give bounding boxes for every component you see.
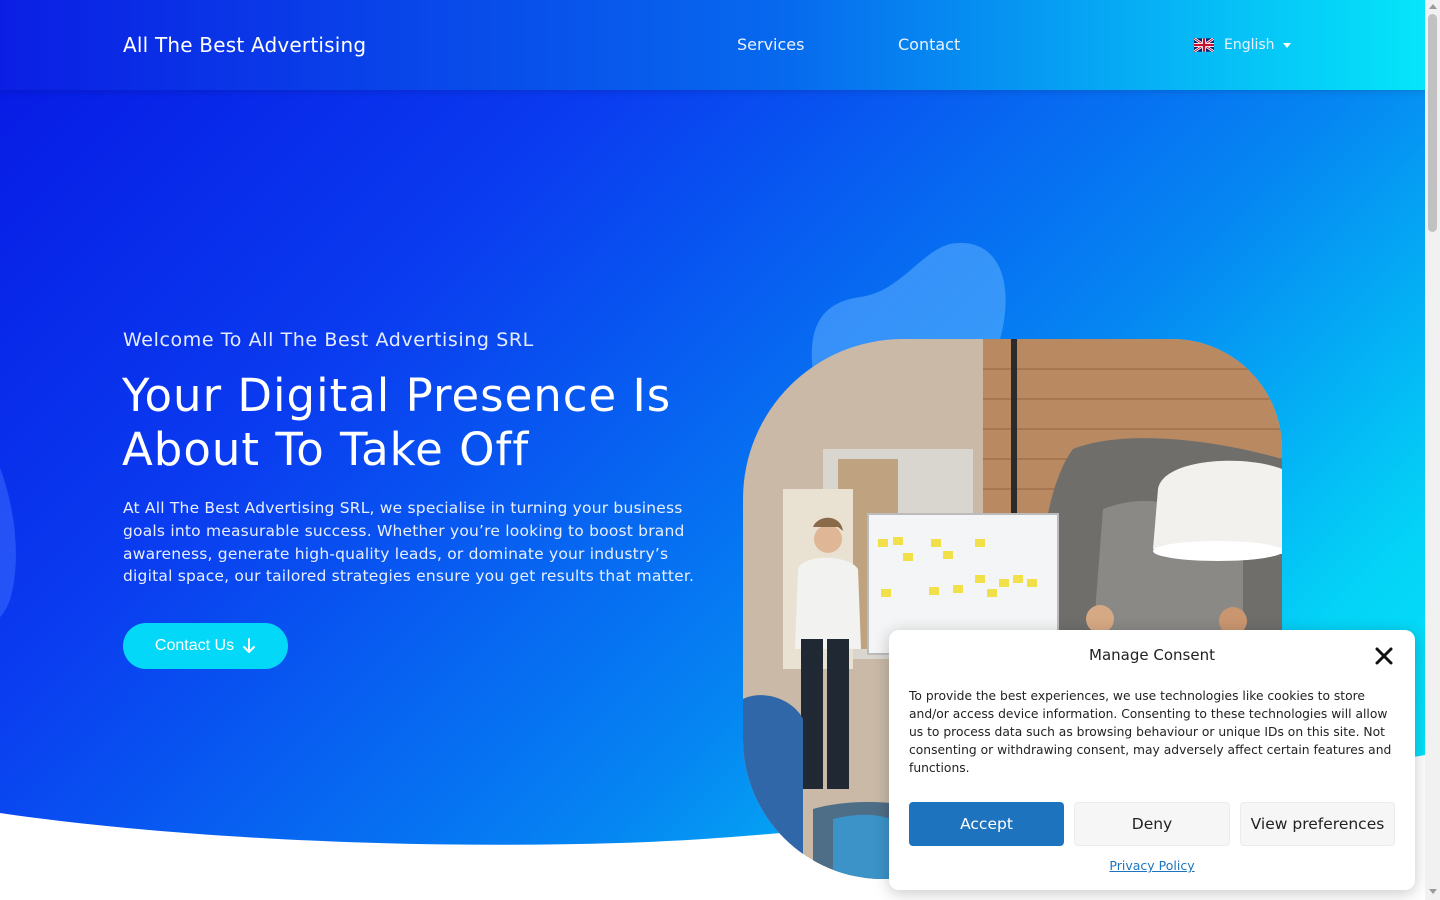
site-logo[interactable]: All The Best Advertising [123,33,366,57]
chevron-down-icon [1282,42,1291,48]
scroll-up-icon[interactable] [1429,4,1437,9]
hero-description: At All The Best Advertising SRL, we spec… [123,499,695,586]
privacy-policy-link[interactable]: Privacy Policy [889,858,1415,873]
accept-button[interactable]: Accept [909,802,1064,846]
scrollbar-thumb[interactable] [1428,14,1437,232]
consent-dialog: Manage Consent To provide the best exper… [889,630,1415,890]
decorative-blob-left [0,468,16,618]
site-header: All The Best Advertising Services Contac… [0,0,1425,90]
language-selector[interactable]: English [1194,37,1291,53]
consent-description: To provide the best experiences, we use … [909,689,1392,775]
nav-link-contact[interactable]: Contact [898,35,960,54]
contact-us-label: Contact Us [154,637,235,654]
page-scrollbar[interactable] [1425,0,1440,900]
view-preferences-button[interactable]: View preferences [1240,802,1395,846]
uk-flag-icon [1194,38,1214,52]
deny-button[interactable]: Deny [1074,802,1230,846]
contact-us-button[interactable]: Contact Us [123,623,288,669]
hero-welcome-text: Welcome To All The Best Advertising SRL [123,329,534,351]
close-icon[interactable] [1372,644,1396,668]
consent-title: Manage Consent [1089,646,1215,664]
arrow-down-icon [243,638,256,653]
language-label: English [1224,37,1275,53]
hero-headline: Your Digital Presence Is About To Take O… [122,369,672,476]
scroll-down-icon[interactable] [1429,889,1437,894]
nav-link-services[interactable]: Services [737,35,804,54]
